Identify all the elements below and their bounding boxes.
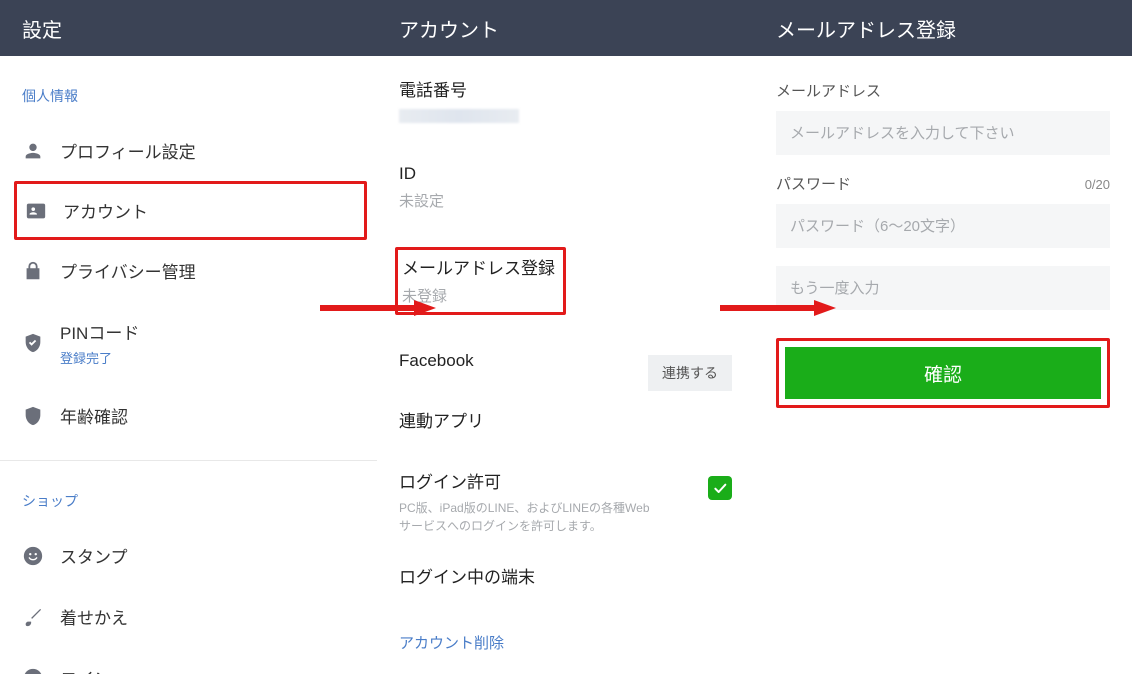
password-confirm-input[interactable] bbox=[776, 266, 1110, 310]
sidebar-item-label: PINコード bbox=[60, 319, 139, 344]
row-login-permission: ログイン許可 PC版、iPad版のLINE、およびLINEの各種Webサービスへ… bbox=[377, 448, 754, 543]
shield-icon bbox=[22, 405, 44, 427]
sidebar-item-label: スタンプ bbox=[60, 543, 128, 568]
lock-icon bbox=[22, 260, 44, 282]
row-facebook[interactable]: Facebook 連携する bbox=[377, 331, 754, 387]
sidebar-item-label: 年齢確認 bbox=[60, 403, 128, 428]
confirm-button-highlight: 確認 bbox=[776, 338, 1110, 408]
row-label: メールアドレス登録 bbox=[402, 254, 555, 279]
phone-value-redacted bbox=[399, 109, 519, 123]
confirm-button[interactable]: 確認 bbox=[785, 347, 1101, 399]
sidebar-item-label: コイン bbox=[60, 665, 111, 674]
sidebar-item-privacy[interactable]: プライバシー管理 bbox=[0, 240, 377, 301]
person-icon bbox=[22, 140, 44, 162]
email-label: メールアドレス bbox=[776, 80, 1110, 101]
paintbrush-icon bbox=[22, 606, 44, 628]
row-label: ログイン許可 bbox=[399, 468, 732, 493]
sidebar-item-sublabel: 登録完了 bbox=[60, 348, 139, 367]
row-email-registration[interactable]: メールアドレス登録 未登録 bbox=[377, 227, 754, 331]
coin-icon: C bbox=[22, 667, 44, 674]
row-description: PC版、iPad版のLINE、およびLINEの各種Webサービスへのログインを許… bbox=[399, 499, 659, 535]
smile-icon bbox=[22, 545, 44, 567]
password-label: パスワード 0/20 bbox=[776, 173, 1110, 194]
row-logged-in-devices[interactable]: ログイン中の端末 bbox=[377, 543, 754, 604]
label-text: メールアドレス bbox=[776, 80, 881, 101]
sidebar-item-pin[interactable]: PINコード 登録完了 bbox=[0, 301, 377, 385]
shield-check-icon bbox=[22, 332, 44, 354]
email-input[interactable] bbox=[776, 111, 1110, 155]
sidebar-item-profile[interactable]: プロフィール設定 bbox=[0, 120, 377, 181]
sidebar-item-account-highlight: アカウント bbox=[14, 181, 367, 240]
row-id[interactable]: ID 未設定 bbox=[377, 144, 754, 227]
id-card-icon bbox=[25, 200, 47, 222]
row-label: 連動アプリ bbox=[399, 407, 732, 432]
sidebar-item-coin[interactable]: C コイン bbox=[0, 647, 377, 674]
row-linked-apps[interactable]: 連動アプリ bbox=[377, 387, 754, 448]
section-personal-info: 個人情報 bbox=[0, 56, 377, 120]
sidebar-item-account[interactable]: アカウント bbox=[17, 184, 364, 237]
row-label: ID bbox=[399, 164, 732, 184]
row-label: ログイン中の端末 bbox=[399, 563, 732, 588]
sidebar-item-age-verify[interactable]: 年齢確認 bbox=[0, 385, 377, 446]
password-input[interactable] bbox=[776, 204, 1110, 248]
email-registration-header: メールアドレス登録 bbox=[754, 0, 1132, 56]
password-counter: 0/20 bbox=[1085, 177, 1110, 192]
sidebar-item-label: 着せかえ bbox=[60, 604, 128, 629]
row-value: 未設定 bbox=[399, 190, 732, 211]
section-shop: ショップ bbox=[0, 461, 377, 525]
row-value: 未登録 bbox=[402, 285, 555, 306]
email-registration-highlight: メールアドレス登録 未登録 bbox=[395, 247, 566, 315]
account-header: アカウント bbox=[377, 0, 754, 56]
email-registration-panel: メールアドレス登録 メールアドレス パスワード 0/20 確認 bbox=[754, 0, 1132, 674]
login-permission-toggle[interactable] bbox=[708, 476, 732, 500]
delete-account-link[interactable]: アカウント削除 bbox=[377, 604, 526, 653]
settings-header: 設定 bbox=[0, 0, 377, 56]
row-label: 電話番号 bbox=[399, 76, 732, 101]
sidebar-item-theme[interactable]: 着せかえ bbox=[0, 586, 377, 647]
settings-panel: 設定 個人情報 プロフィール設定 アカウント プライバシー管理 bbox=[0, 0, 377, 674]
account-panel: アカウント 電話番号 ID 未設定 メールアドレス登録 未登録 Facebook… bbox=[377, 0, 754, 674]
sidebar-item-label: プロフィール設定 bbox=[60, 138, 196, 163]
row-phone[interactable]: 電話番号 bbox=[377, 56, 754, 144]
facebook-link-button[interactable]: 連携する bbox=[648, 355, 732, 391]
sidebar-item-label: アカウント bbox=[63, 198, 148, 223]
sidebar-item-stamp[interactable]: スタンプ bbox=[0, 525, 377, 586]
sidebar-item-label: プライバシー管理 bbox=[60, 258, 196, 283]
label-text: パスワード bbox=[776, 173, 851, 194]
